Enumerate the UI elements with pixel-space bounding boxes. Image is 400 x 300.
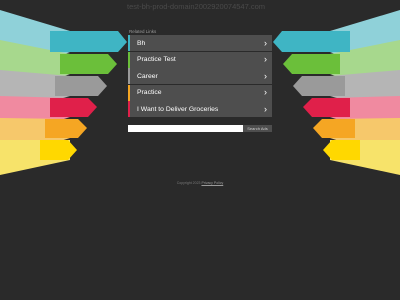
copyright-text: Copyright 2023 bbox=[176, 181, 202, 185]
domain-name: test-bh-prod-domain2002920074547.com bbox=[127, 2, 266, 11]
related-links-list: Bh › Practice Test › Career › Practice ›… bbox=[128, 35, 272, 118]
link-label: Career bbox=[137, 72, 158, 80]
right-arrow-cyan bbox=[273, 31, 350, 52]
link-color-bar bbox=[128, 35, 130, 51]
link-color-bar bbox=[128, 68, 130, 85]
link-label: Practice Test bbox=[137, 56, 176, 64]
right-arrow-red bbox=[303, 98, 350, 117]
link-item-practice[interactable]: Practice › bbox=[128, 84, 272, 101]
left-arrow-green bbox=[60, 54, 117, 74]
link-item-deliver-groceries[interactable]: I Want to Deliver Groceries › bbox=[128, 101, 272, 118]
related-links-heading: Related Links bbox=[129, 29, 157, 34]
search-input[interactable] bbox=[128, 125, 243, 132]
link-label: I Want to Deliver Groceries bbox=[137, 105, 219, 113]
right-arrow-gray bbox=[293, 76, 345, 96]
right-arrow-orange bbox=[313, 119, 355, 138]
link-color-bar bbox=[128, 51, 130, 68]
left-arrow-gray bbox=[55, 76, 107, 96]
left-arrow-orange bbox=[45, 119, 87, 138]
chevron-right-icon: › bbox=[264, 87, 267, 98]
right-arrow-yellow bbox=[323, 140, 360, 160]
link-label: Practice bbox=[137, 89, 162, 97]
left-arrow-yellow bbox=[40, 140, 77, 160]
chevron-right-icon: › bbox=[264, 103, 267, 114]
link-item-career[interactable]: Career › bbox=[128, 68, 272, 85]
link-item-bh[interactable]: Bh › bbox=[128, 35, 272, 51]
link-color-bar bbox=[128, 84, 130, 101]
link-item-practice-test[interactable]: Practice Test › bbox=[128, 51, 272, 68]
right-arrow-green bbox=[283, 54, 340, 74]
left-arrow-red bbox=[50, 98, 97, 117]
chevron-right-icon: › bbox=[264, 70, 267, 81]
privacy-policy-link[interactable]: Privacy Policy bbox=[201, 181, 223, 185]
link-label: Bh bbox=[137, 39, 146, 47]
link-color-bar bbox=[128, 101, 130, 118]
left-arrow-cyan bbox=[50, 31, 127, 52]
search-bar: Search Ads bbox=[128, 125, 272, 132]
chevron-right-icon: › bbox=[264, 54, 267, 65]
search-ads-button[interactable]: Search Ads bbox=[243, 125, 272, 132]
footer: Copyright 2023 Privacy Policy bbox=[0, 181, 400, 185]
chevron-right-icon: › bbox=[264, 37, 267, 48]
